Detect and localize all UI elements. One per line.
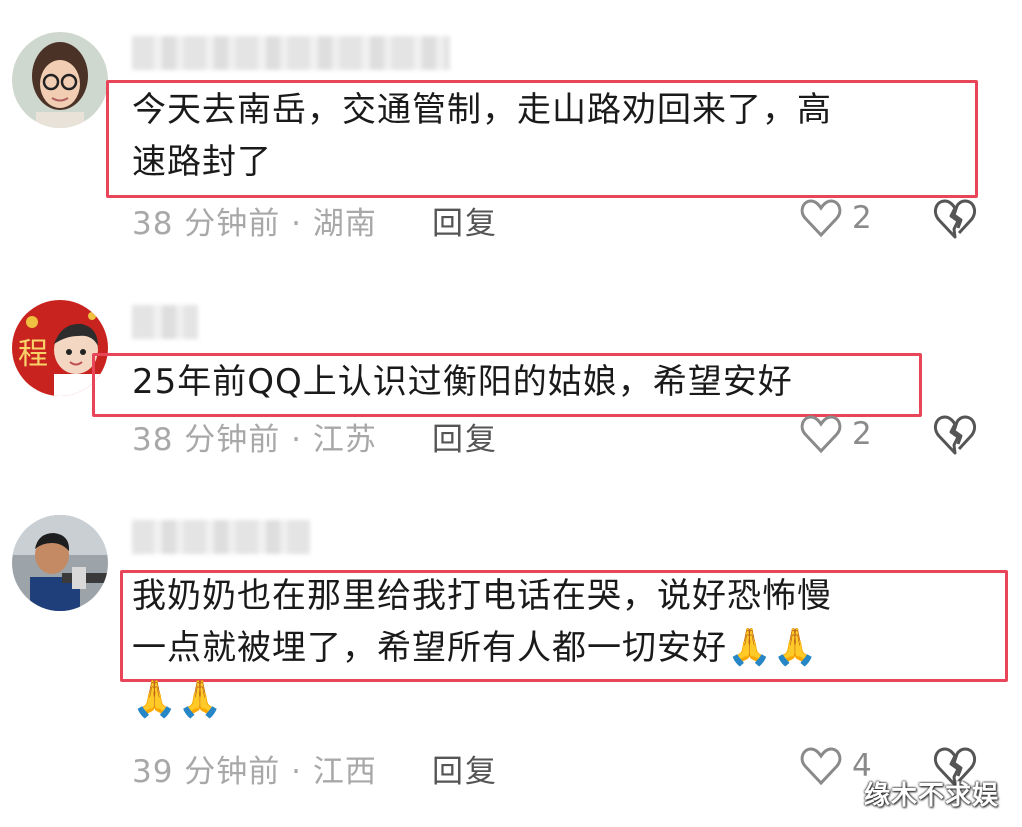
pray-emoji-icon: 🙏🙏 [132, 679, 224, 720]
like-button[interactable]: 4 [800, 746, 872, 786]
pray-emoji-icon: 🙏🙏 [727, 627, 819, 668]
reply-button[interactable]: 回复 [432, 746, 498, 791]
comment-text: 我奶奶也在那里给我打电话在哭，说好恐怖慢 一点就被埋了，希望所有人都一切安好🙏🙏… [132, 570, 832, 726]
watermark: 缘木不求娱 [864, 781, 1000, 811]
heart-outline-icon [800, 747, 842, 786]
avatar[interactable] [12, 515, 108, 611]
comment-item: 我奶奶也在那里给我打电话在哭，说好恐怖慢 一点就被埋了，希望所有人都一切安好🙏🙏… [0, 0, 1022, 827]
comment-meta: 39 分钟前 · 江西 [132, 754, 377, 790]
username-blurred [132, 520, 310, 554]
